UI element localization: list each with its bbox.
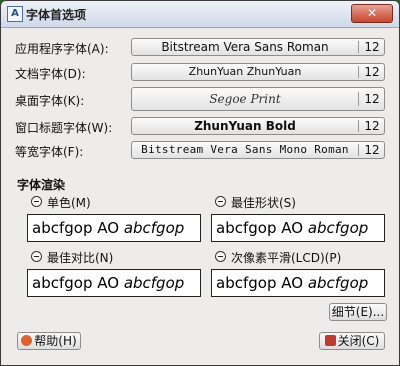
- help-button[interactable]: 帮助(H): [17, 332, 81, 350]
- lifebuoy-icon: [21, 335, 33, 346]
- subpixel-sample: abcfgop AO abcfgop: [211, 269, 385, 297]
- separator: [358, 66, 359, 78]
- sample-plain-text: abcfgop AO: [216, 219, 308, 237]
- close-icon: [324, 335, 336, 346]
- app-font-size: 12: [364, 40, 380, 54]
- sample-italic-text: abcfgop: [123, 274, 185, 292]
- window-title-font-button[interactable]: ZhunYuan Bold 12: [131, 117, 385, 135]
- app-font-name: Bitstream Vera Sans Roman: [161, 40, 329, 54]
- document-font-label: 文档字体(D):: [15, 67, 86, 81]
- app-font-icon: A: [7, 6, 23, 22]
- window-title-font-name: ZhunYuan Bold: [194, 119, 296, 133]
- document-font-size: 12: [364, 65, 380, 79]
- separator: [358, 92, 359, 106]
- app-font-label: 应用程序字体(A):: [15, 42, 109, 56]
- sample-plain-text: abcfgop AO: [32, 274, 124, 292]
- separator: [358, 41, 359, 53]
- best-contrast-label[interactable]: 最佳对比(N): [47, 249, 113, 266]
- title-bar[interactable]: A 字体首选项 ✕: [1, 1, 399, 28]
- best-shape-radio[interactable]: [215, 196, 226, 207]
- monospace-font-label: 等宽字体(F):: [15, 145, 84, 159]
- details-button[interactable]: 细节(E)...: [329, 303, 387, 321]
- font-preferences-window: A 字体首选项 ✕ 应用程序字体(A): Bitstream Vera Sans…: [0, 0, 400, 366]
- sample-italic-text: abcfgop: [307, 219, 369, 237]
- desktop-font-size: 12: [364, 92, 380, 106]
- best-contrast-sample: abcfgop AO abcfgop: [27, 269, 201, 297]
- sample-plain-text: abcfgop AO: [32, 219, 124, 237]
- sample-plain-text: abcfgop AO: [216, 274, 308, 292]
- separator: [358, 120, 359, 132]
- sample-italic-text: abcfgop: [123, 219, 185, 237]
- font-rendering-title: 字体渲染: [17, 178, 66, 192]
- desktop-font-label: 桌面字体(K):: [15, 94, 85, 108]
- close-button[interactable]: 关闭(C): [319, 332, 385, 350]
- close-label: 关闭(C): [337, 334, 380, 348]
- monochrome-sample: abcfgop AO abcfgop: [27, 214, 201, 242]
- monospace-font-size: 12: [364, 143, 380, 157]
- document-font-name: ZhunYuan ZhunYuan: [188, 65, 302, 78]
- window-title: 字体首选项: [26, 8, 87, 22]
- app-font-button[interactable]: Bitstream Vera Sans Roman 12: [131, 38, 385, 56]
- separator: [358, 144, 359, 156]
- document-font-button[interactable]: ZhunYuan ZhunYuan 12: [131, 63, 385, 81]
- monochrome-radio[interactable]: [31, 196, 42, 207]
- subpixel-label[interactable]: 次像素平滑(LCD)(P): [231, 249, 341, 266]
- best-shape-sample: abcfgop AO abcfgop: [211, 214, 385, 242]
- sample-italic-text: abcfgop: [307, 274, 369, 292]
- monospace-font-name: Bitstream Vera Sans Mono Roman: [141, 143, 349, 156]
- desktop-font-name: Segoe Print: [209, 92, 281, 106]
- monochrome-label[interactable]: 单色(M): [47, 194, 91, 211]
- help-label: 帮助(H): [34, 334, 77, 348]
- desktop-font-button[interactable]: Segoe Print 12: [131, 87, 385, 111]
- best-contrast-radio[interactable]: [31, 251, 42, 262]
- window-title-font-label: 窗口标题字体(W):: [15, 121, 113, 135]
- window-close-button[interactable]: ✕: [351, 4, 393, 23]
- monospace-font-button[interactable]: Bitstream Vera Sans Mono Roman 12: [131, 141, 385, 159]
- subpixel-radio[interactable]: [215, 251, 226, 262]
- window-title-font-size: 12: [364, 119, 380, 133]
- best-shape-label[interactable]: 最佳形状(S): [231, 194, 296, 211]
